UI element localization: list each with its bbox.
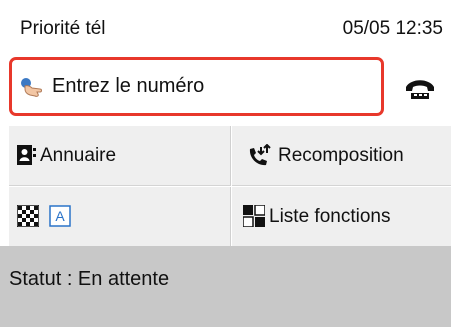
status-area: Statut : En attente xyxy=(0,246,451,327)
number-entry-field[interactable]: Entrez le numéro xyxy=(9,57,384,116)
scan-quality-button[interactable]: A xyxy=(9,187,231,247)
text-mode-icon: A xyxy=(49,205,71,232)
hook-button[interactable] xyxy=(403,70,437,104)
function-list-label: Liste fonctions xyxy=(269,206,391,227)
screen-title: Priorité tél xyxy=(20,18,106,39)
redial-label: Recomposition xyxy=(278,145,404,166)
redial-phone-icon xyxy=(247,143,273,173)
function-menu: Annuaire Recomposition A Liste fonctions xyxy=(9,126,451,247)
finger-pointing-icon xyxy=(20,77,44,99)
resolution-checker-icon xyxy=(16,204,40,232)
status-bar: Priorité tél 05/05 12:35 xyxy=(0,0,451,48)
status-text: Statut : En attente xyxy=(9,268,170,290)
address-book-icon xyxy=(17,144,37,171)
date-time: 05/05 12:35 xyxy=(342,18,443,39)
function-list-button[interactable]: Liste fonctions xyxy=(232,187,451,247)
phone-on-hook-icon xyxy=(406,80,434,99)
redial-button[interactable]: Recomposition xyxy=(232,126,451,186)
directory-button[interactable]: Annuaire xyxy=(9,126,231,186)
text-mode-letter: A xyxy=(55,208,65,224)
directory-label: Annuaire xyxy=(40,145,117,166)
number-entry-label: Entrez le numéro xyxy=(52,75,205,97)
function-list-icon xyxy=(242,204,266,232)
